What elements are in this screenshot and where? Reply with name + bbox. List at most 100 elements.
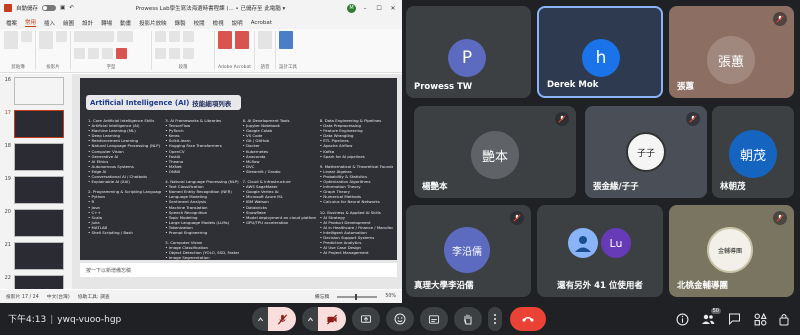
zoom-slider[interactable]: [337, 293, 378, 300]
current-slide[interactable]: Artificial Intelligence (AI) 技能細項列表 1. C…: [80, 78, 397, 260]
chevron-up-icon[interactable]: [252, 307, 268, 331]
minimize-icon[interactable]: –: [360, 5, 370, 12]
align-center-button[interactable]: [169, 47, 180, 59]
participant-tile-pinned[interactable]: h Derek Mok: [537, 6, 663, 98]
notes-pane[interactable]: 按一下以新增備忘稿: [80, 263, 397, 277]
create-pdf-button[interactable]: [218, 31, 232, 49]
participant-tile[interactable]: 李沿儒 真理大學李沿儒: [406, 205, 531, 297]
participant-name: 真理大學李沿儒: [414, 281, 474, 291]
participant-tile[interactable]: 金輔導團 北桃金輔導團: [669, 205, 794, 297]
indent-button[interactable]: [183, 31, 194, 42]
align-left-button[interactable]: [155, 47, 166, 59]
skill-section: 7. Cloud & Infrastructure • AWS SageMaker…: [243, 179, 316, 225]
ribbon-tab[interactable]: 說明: [232, 19, 243, 27]
present-screen-button[interactable]: [352, 307, 380, 331]
slide-thumbnail[interactable]: 19: [0, 173, 72, 206]
save-icon[interactable]: ▣: [60, 5, 65, 11]
dictate-button[interactable]: [258, 31, 273, 49]
mic-toggle-button[interactable]: [268, 307, 296, 331]
font-size-select[interactable]: [117, 31, 133, 42]
slide-position: 投影片 17 / 24: [6, 295, 39, 300]
participant-tile[interactable]: 子子 張金緣/子子: [585, 106, 707, 198]
ribbon-tab[interactable]: 檢視: [213, 19, 224, 27]
slide-thumbnail[interactable]: 16: [0, 74, 72, 107]
slide-preview: [14, 110, 64, 138]
maximize-icon[interactable]: ☐: [374, 5, 384, 12]
people-count-badge: 50: [710, 308, 721, 314]
undo-icon[interactable]: ↶: [69, 5, 74, 11]
zoom-level[interactable]: 50%: [385, 294, 396, 299]
more-options-button[interactable]: [488, 307, 502, 331]
underline-button[interactable]: [102, 47, 113, 59]
bold-button[interactable]: [74, 47, 85, 59]
ribbon-tab[interactable]: 投影片放映: [139, 19, 167, 27]
align-right-button[interactable]: [183, 47, 194, 59]
notes-toggle[interactable]: 備忘稿: [315, 293, 329, 300]
slide-thumbnail[interactable]: 22: [0, 272, 72, 289]
paste-button[interactable]: [4, 31, 18, 49]
ribbon-tab[interactable]: Acrobat: [251, 20, 272, 26]
ribbon-tab[interactable]: 常用: [25, 18, 37, 27]
participant-tile[interactable]: 朝茂 林朝茂: [712, 106, 794, 198]
activities-button[interactable]: [752, 311, 768, 327]
chat-icon: [728, 313, 740, 325]
slide-thumbnail[interactable]: 18: [0, 140, 72, 173]
participant-name: 北桃金輔導團: [677, 281, 729, 291]
participant-tile[interactable]: 艷本 楊艷本: [414, 106, 576, 198]
ribbon-tab[interactable]: 設計: [82, 19, 93, 27]
hand-icon: [464, 314, 472, 325]
activities-icon: [754, 312, 767, 325]
ribbon-tab[interactable]: 檔案: [6, 19, 17, 27]
autosave-toggle[interactable]: [42, 5, 57, 11]
mic-off-icon: [510, 211, 524, 225]
camera-toggle-button[interactable]: [318, 307, 346, 331]
slide-thumbnail[interactable]: 17: [0, 107, 72, 140]
skill-item: • Image Segmentation: [165, 255, 210, 260]
font-select[interactable]: [74, 31, 114, 42]
leave-call-button[interactable]: [510, 307, 546, 331]
skill-item: • Spark for AI pipelines: [319, 153, 365, 159]
ribbon-tab[interactable]: 繪圖: [63, 19, 74, 27]
account-avatar[interactable]: M: [347, 3, 357, 13]
slide-preview: [14, 143, 64, 171]
font-color-button[interactable]: [116, 47, 127, 59]
avatar: P: [448, 39, 486, 77]
host-controls-button[interactable]: [776, 311, 792, 327]
chat-button[interactable]: [726, 311, 742, 327]
ribbon-tab[interactable]: 校閱: [194, 19, 205, 27]
skill-item: • Natural Language Processing (NLP): [88, 143, 161, 149]
language-status[interactable]: 中文(台灣): [47, 293, 70, 300]
others-tile[interactable]: Lu 還有另外 41 位使用者: [537, 205, 663, 297]
people-button[interactable]: 50: [700, 308, 721, 327]
slide-thumbnail-panel[interactable]: 16 17 18 19 20 21 22: [0, 74, 72, 289]
participant-tile[interactable]: 張蕙 張蕙: [669, 6, 794, 98]
ribbon-tab[interactable]: 動畫: [120, 19, 131, 27]
captions-button[interactable]: [420, 307, 448, 331]
slide-thumbnail[interactable]: 21: [0, 239, 72, 272]
slide-number: 21: [4, 242, 11, 248]
participant-tile[interactable]: P Prowess TW: [406, 6, 531, 98]
reactions-button[interactable]: [386, 307, 414, 331]
accessibility-status[interactable]: 協助工具: 調查: [78, 293, 110, 300]
ribbon-tab[interactable]: 錄製: [175, 19, 186, 27]
ribbon-tab[interactable]: 轉場: [101, 19, 112, 27]
share-pdf-button[interactable]: [235, 31, 249, 49]
skill-item: • Explainable AI (XAI): [88, 179, 130, 185]
close-icon[interactable]: ✕: [388, 5, 398, 12]
numbering-button[interactable]: [169, 31, 180, 42]
meeting-code[interactable]: ywq-vuoo-hgp: [57, 315, 121, 325]
bullets-button[interactable]: [155, 31, 166, 42]
chevron-up-icon[interactable]: [302, 307, 318, 331]
participant-name: Derek Mok: [547, 80, 599, 90]
layout-button[interactable]: [56, 31, 67, 42]
ribbon-tab[interactable]: 插入: [44, 19, 55, 27]
document-title[interactable]: Prowess Lab學生寫法海選時書程課 (... • 已儲存至 此電腦 ▾: [136, 4, 286, 12]
slide-thumbnail[interactable]: 20: [0, 206, 72, 239]
new-slide-button[interactable]: [39, 31, 53, 49]
slide-number: 17: [4, 110, 11, 116]
cut-button[interactable]: [21, 31, 32, 42]
raise-hand-button[interactable]: [454, 307, 482, 331]
designer-button[interactable]: [279, 31, 294, 49]
italic-button[interactable]: [88, 47, 99, 59]
meeting-details-button[interactable]: [674, 311, 690, 327]
